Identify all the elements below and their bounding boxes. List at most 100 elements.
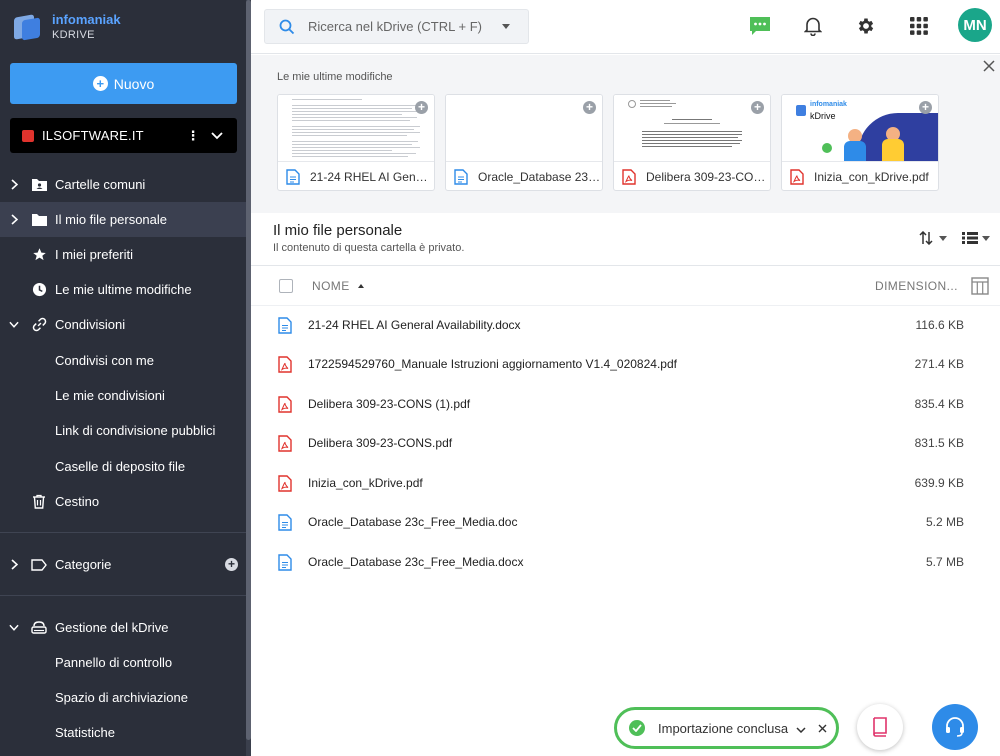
kdrive-logo-icon — [12, 11, 42, 41]
close-icon[interactable] — [983, 60, 997, 74]
apps-button[interactable] — [905, 12, 933, 40]
sort-button[interactable] — [919, 228, 947, 248]
file-name[interactable]: Delibera 309-23-CONS (1).pdf — [308, 397, 470, 411]
table-row[interactable]: Delibera 309-23-CONS.pdf 831.5 KB — [251, 424, 1000, 464]
star-icon — [31, 247, 47, 263]
sidebar-item-recent[interactable]: Le mie ultime modifiche — [0, 272, 246, 307]
guide-button[interactable] — [857, 704, 903, 750]
page-subtitle: Il contenuto di questa cartella è privat… — [273, 242, 465, 254]
file-size: 5.2 MB — [925, 515, 964, 529]
settings-button[interactable] — [852, 12, 880, 40]
apps-grid-icon — [910, 17, 928, 35]
sort-icon — [919, 231, 933, 245]
sidebar-item-trash[interactable]: Cestino — [0, 484, 246, 519]
sort-ascending-icon — [357, 284, 364, 288]
sidebar-item-statistics[interactable]: Statistiche — [0, 715, 246, 750]
file-size: 5.7 MB — [925, 555, 964, 569]
add-category-icon[interactable]: + — [225, 558, 238, 571]
close-icon[interactable] — [818, 721, 828, 736]
add-icon[interactable]: + — [919, 101, 932, 114]
clock-icon — [31, 282, 47, 298]
file-size: 116.6 KB — [915, 318, 964, 332]
drive-icon — [31, 620, 47, 636]
file-thumbnail — [446, 95, 602, 161]
file-name[interactable]: 21-24 RHEL AI General Availability.docx — [308, 318, 521, 332]
brand[interactable]: infomaniak KDRIVE — [12, 8, 121, 44]
brand-name: infomaniak — [52, 11, 121, 27]
search-options-dropdown-icon[interactable] — [502, 24, 510, 29]
sidebar-item-label: Cartelle comuni — [55, 177, 146, 192]
sidebar-item-label: Pannello di controllo — [55, 655, 173, 670]
doc-file-icon — [454, 168, 468, 185]
doc-file-icon — [278, 317, 292, 334]
card-file-name: Delibera 309-23-CONS.pdf — [646, 169, 770, 184]
sidebar-item-label: Le mie ultime modifiche — [55, 282, 192, 297]
search-input[interactable] — [308, 19, 498, 34]
list-view-icon — [962, 232, 978, 244]
table-row[interactable]: 21-24 RHEL AI General Availability.docx … — [251, 306, 1000, 346]
chevron-down-icon[interactable] — [211, 128, 231, 143]
file-size: 835.4 KB — [914, 397, 964, 411]
recent-file-card[interactable]: + Oracle_Database 23c_Free_Media.docx — [445, 94, 603, 191]
sidebar-item-categories[interactable]: Categorie + — [0, 547, 246, 582]
sidebar-item-drop-boxes[interactable]: Caselle di deposito file — [0, 449, 246, 484]
sidebar-item-favorites[interactable]: I miei preferiti — [0, 237, 246, 272]
sidebar-item-control-panel[interactable]: Pannello di controllo — [0, 645, 246, 680]
table-row[interactable]: Oracle_Database 23c_Free_Media.doc 5.2 M… — [251, 503, 1000, 543]
drive-selector[interactable]: ILSOFTWARE.IT ⋮ — [10, 118, 237, 153]
top-bar: MN — [251, 0, 1000, 54]
more-options-icon[interactable]: ⋮ — [185, 128, 201, 144]
page-title: Il mio file personale — [273, 222, 403, 239]
table-row[interactable]: Oracle_Database 23c_Free_Media.docx 5.7 … — [251, 543, 1000, 583]
file-thumbnail — [278, 95, 434, 161]
pdf-file-icon — [790, 168, 804, 185]
new-button[interactable]: + Nuovo — [10, 63, 237, 104]
column-header-size[interactable]: DIMENSION... — [875, 279, 958, 293]
file-size: 271.4 KB — [914, 357, 964, 371]
table-row[interactable]: Inizia_con_kDrive.pdf 639.9 KB — [251, 464, 1000, 504]
chat-button[interactable] — [746, 12, 774, 40]
support-button[interactable] — [932, 704, 978, 750]
recent-file-card[interactable]: + Delibera 309-23-CONS.pdf — [613, 94, 771, 191]
view-mode-button[interactable] — [962, 228, 990, 248]
sidebar-item-label: Gestione del kDrive — [55, 620, 169, 635]
sidebar-item-label: Il mio file personale — [55, 212, 167, 227]
user-avatar[interactable]: MN — [958, 8, 992, 42]
file-name[interactable]: Oracle_Database 23c_Free_Media.docx — [308, 555, 523, 569]
sidebar-item-shared-folders[interactable]: Cartelle comuni — [0, 167, 246, 202]
select-all-checkbox[interactable] — [279, 279, 293, 293]
recent-file-card[interactable]: infomaniak kDrive + Inizia_con_kDrive.pd… — [781, 94, 939, 191]
chevron-down-icon[interactable] — [796, 721, 806, 736]
sidebar-item-shared-with-me[interactable]: Condivisi con me — [0, 343, 246, 378]
sidebar-item-public-links[interactable]: Link di condivisione pubblici — [0, 413, 246, 448]
file-name[interactable]: Delibera 309-23-CONS.pdf — [308, 436, 452, 450]
add-icon[interactable]: + — [751, 101, 764, 114]
file-name[interactable]: 1722594529760_Manuale Istruzioni aggiorn… — [308, 357, 677, 371]
recent-file-card[interactable]: + 21-24 RHEL AI General Availability.doc… — [277, 94, 435, 191]
table-row[interactable]: 1722594529760_Manuale Istruzioni aggiorn… — [251, 345, 1000, 385]
add-icon[interactable]: + — [583, 101, 596, 114]
chevron-right-icon[interactable] — [9, 179, 19, 190]
divider — [0, 532, 246, 533]
pdf-file-icon — [278, 356, 292, 373]
notifications-button[interactable] — [799, 12, 827, 40]
chevron-right-icon[interactable] — [9, 214, 19, 225]
trash-icon — [31, 494, 47, 510]
recent-panel-title: Le mie ultime modifiche — [277, 71, 393, 83]
drive-name: ILSOFTWARE.IT — [42, 128, 144, 143]
add-icon[interactable]: + — [415, 101, 428, 114]
table-row[interactable]: Delibera 309-23-CONS (1).pdf 835.4 KB — [251, 385, 1000, 425]
sidebar-item-my-shares[interactable]: Le mie condivisioni — [0, 378, 246, 413]
search-box[interactable] — [264, 9, 529, 44]
file-name[interactable]: Oracle_Database 23c_Free_Media.doc — [308, 515, 517, 529]
chevron-down-icon[interactable] — [9, 321, 19, 328]
column-header-name[interactable]: NOME — [312, 279, 364, 293]
columns-settings-icon[interactable] — [971, 277, 989, 295]
sidebar-item-storage[interactable]: Spazio di archiviazione — [0, 680, 246, 715]
sidebar-item-personal-files[interactable]: Il mio file personale — [0, 202, 246, 237]
chevron-right-icon[interactable] — [9, 559, 19, 570]
file-name[interactable]: Inizia_con_kDrive.pdf — [308, 476, 423, 490]
sidebar-item-drive-management[interactable]: Gestione del kDrive — [0, 610, 246, 645]
sidebar-item-shares[interactable]: Condivisioni — [0, 307, 246, 342]
chevron-down-icon[interactable] — [9, 624, 19, 631]
